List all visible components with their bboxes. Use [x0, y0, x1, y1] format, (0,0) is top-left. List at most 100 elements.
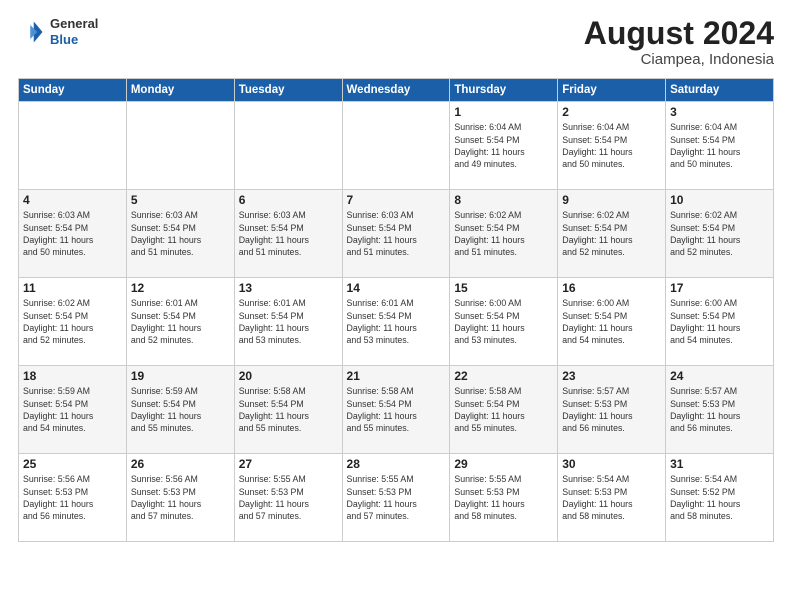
day-info-text: Sunrise: 5:59 AM Sunset: 5:54 PM Dayligh… [131, 385, 230, 434]
day-number: 25 [23, 457, 122, 471]
day-info-text: Sunrise: 5:58 AM Sunset: 5:54 PM Dayligh… [454, 385, 553, 434]
day-info-text: Sunrise: 5:59 AM Sunset: 5:54 PM Dayligh… [23, 385, 122, 434]
day-info-text: Sunrise: 6:02 AM Sunset: 5:54 PM Dayligh… [454, 209, 553, 258]
day-cell-5-2: 26 Sunrise: 5:56 AM Sunset: 5:53 PM Dayli… [126, 454, 234, 542]
header-wednesday: Wednesday [342, 79, 450, 102]
logo-blue-text: Blue [50, 32, 78, 47]
page: General Blue August 2024 Ciampea, Indone… [0, 0, 792, 612]
day-cell-3-5: 15 Sunrise: 6:00 AM Sunset: 5:54 PM Dayli… [450, 278, 558, 366]
logo-general-text: General [50, 16, 98, 31]
day-number: 28 [347, 457, 446, 471]
day-cell-1-3 [234, 102, 342, 190]
week-row-5: 25 Sunrise: 5:56 AM Sunset: 5:53 PM Dayli… [19, 454, 774, 542]
day-cell-2-3: 6 Sunrise: 6:03 AM Sunset: 5:54 PM Daylig… [234, 190, 342, 278]
day-number: 22 [454, 369, 553, 383]
day-number: 16 [562, 281, 661, 295]
day-cell-3-6: 16 Sunrise: 6:00 AM Sunset: 5:54 PM Dayli… [558, 278, 666, 366]
header-sunday: Sunday [19, 79, 127, 102]
day-number: 18 [23, 369, 122, 383]
day-cell-3-4: 14 Sunrise: 6:01 AM Sunset: 5:54 PM Dayli… [342, 278, 450, 366]
day-info-text: Sunrise: 5:57 AM Sunset: 5:53 PM Dayligh… [562, 385, 661, 434]
day-info-text: Sunrise: 6:01 AM Sunset: 5:54 PM Dayligh… [347, 297, 446, 346]
day-cell-4-3: 20 Sunrise: 5:58 AM Sunset: 5:54 PM Dayli… [234, 366, 342, 454]
day-cell-5-5: 29Sunrise: 5:55 AM Sunset: 5:53 PM Dayli… [450, 454, 558, 542]
day-number: 19 [131, 369, 230, 383]
day-cell-2-5: 8 Sunrise: 6:02 AM Sunset: 5:54 PM Daylig… [450, 190, 558, 278]
day-number: 9 [562, 193, 661, 207]
header: General Blue August 2024 Ciampea, Indone… [18, 16, 774, 68]
day-cell-4-6: 23 Sunrise: 5:57 AM Sunset: 5:53 PM Dayli… [558, 366, 666, 454]
day-number: 14 [347, 281, 446, 295]
day-cell-2-6: 9 Sunrise: 6:02 AM Sunset: 5:54 PM Daylig… [558, 190, 666, 278]
day-info-text: Sunrise: 6:01 AM Sunset: 5:54 PM Dayligh… [131, 297, 230, 346]
day-number: 15 [454, 281, 553, 295]
day-info-text: Sunrise: 6:00 AM Sunset: 5:54 PM Dayligh… [562, 297, 661, 346]
day-cell-5-4: 28 Sunrise: 5:55 AM Sunset: 5:53 PM Dayli… [342, 454, 450, 542]
calendar-header: Sunday Monday Tuesday Wednesday Thursday… [19, 79, 774, 102]
calendar-table: Sunday Monday Tuesday Wednesday Thursday… [18, 78, 774, 542]
day-cell-1-1 [19, 102, 127, 190]
day-number: 5 [131, 193, 230, 207]
day-cell-1-4 [342, 102, 450, 190]
day-cell-4-5: 22 Sunrise: 5:58 AM Sunset: 5:54 PM Dayli… [450, 366, 558, 454]
logo-icon [18, 18, 46, 46]
day-info-text: Sunrise: 6:00 AM Sunset: 5:54 PM Dayligh… [670, 297, 769, 346]
day-number: 6 [239, 193, 338, 207]
day-info-text: Sunrise: 6:02 AM Sunset: 5:54 PM Dayligh… [562, 209, 661, 258]
day-info-text: Sunrise: 6:04 AM Sunset: 5:54 PM Dayligh… [454, 121, 553, 170]
week-row-2: 4Sunrise: 6:03 AM Sunset: 5:54 PM Daylig… [19, 190, 774, 278]
day-cell-1-5: 1 Sunrise: 6:04 AM Sunset: 5:54 PM Daylig… [450, 102, 558, 190]
day-info-text: Sunrise: 5:55 AM Sunset: 5:53 PM Dayligh… [239, 473, 338, 522]
logo-text: General Blue [50, 16, 98, 47]
day-info-text: Sunrise: 5:55 AM Sunset: 5:53 PM Dayligh… [347, 473, 446, 522]
day-cell-4-1: 18 Sunrise: 5:59 AM Sunset: 5:54 PM Dayli… [19, 366, 127, 454]
logo: General Blue [18, 16, 98, 47]
header-friday: Friday [558, 79, 666, 102]
day-info-text: Sunrise: 5:56 AM Sunset: 5:53 PM Dayligh… [131, 473, 230, 522]
day-cell-2-7: 10 Sunrise: 6:02 AM Sunset: 5:54 PM Dayli… [666, 190, 774, 278]
day-info-text: Sunrise: 5:58 AM Sunset: 5:54 PM Dayligh… [239, 385, 338, 434]
day-info-text: Sunrise: 6:03 AM Sunset: 5:54 PM Dayligh… [239, 209, 338, 258]
day-number: 1 [454, 105, 553, 119]
title-block: August 2024 Ciampea, Indonesia [584, 16, 774, 68]
day-info-text: Sunrise: 6:03 AM Sunset: 5:54 PM Dayligh… [23, 209, 122, 258]
day-number: 11 [23, 281, 122, 295]
day-cell-4-7: 24 Sunrise: 5:57 AM Sunset: 5:53 PM Dayli… [666, 366, 774, 454]
week-row-1: 1 Sunrise: 6:04 AM Sunset: 5:54 PM Daylig… [19, 102, 774, 190]
day-info-text: Sunrise: 6:03 AM Sunset: 5:54 PM Dayligh… [131, 209, 230, 258]
day-number: 27 [239, 457, 338, 471]
day-cell-2-4: 7Sunrise: 6:03 AM Sunset: 5:54 PM Daylig… [342, 190, 450, 278]
day-info-text: Sunrise: 5:57 AM Sunset: 5:53 PM Dayligh… [670, 385, 769, 434]
day-cell-3-7: 17Sunrise: 6:00 AM Sunset: 5:54 PM Dayli… [666, 278, 774, 366]
day-cell-4-4: 21 Sunrise: 5:58 AM Sunset: 5:54 PM Dayli… [342, 366, 450, 454]
day-cell-1-2 [126, 102, 234, 190]
day-cell-4-2: 19 Sunrise: 5:59 AM Sunset: 5:54 PM Dayli… [126, 366, 234, 454]
day-number: 7 [347, 193, 446, 207]
day-info-text: Sunrise: 5:58 AM Sunset: 5:54 PM Dayligh… [347, 385, 446, 434]
day-number: 20 [239, 369, 338, 383]
day-info-text: Sunrise: 5:56 AM Sunset: 5:53 PM Dayligh… [23, 473, 122, 522]
day-info-text: Sunrise: 5:54 AM Sunset: 5:52 PM Dayligh… [670, 473, 769, 522]
day-info-text: Sunrise: 6:01 AM Sunset: 5:54 PM Dayligh… [239, 297, 338, 346]
day-number: 26 [131, 457, 230, 471]
day-info-text: Sunrise: 6:02 AM Sunset: 5:54 PM Dayligh… [23, 297, 122, 346]
week-row-3: 11 Sunrise: 6:02 AM Sunset: 5:54 PM Dayli… [19, 278, 774, 366]
header-monday: Monday [126, 79, 234, 102]
day-info-text: Sunrise: 6:02 AM Sunset: 5:54 PM Dayligh… [670, 209, 769, 258]
day-info-text: Sunrise: 6:00 AM Sunset: 5:54 PM Dayligh… [454, 297, 553, 346]
day-number: 8 [454, 193, 553, 207]
location-text: Ciampea, Indonesia [584, 51, 774, 68]
weekday-row: Sunday Monday Tuesday Wednesday Thursday… [19, 79, 774, 102]
day-number: 24 [670, 369, 769, 383]
day-cell-3-2: 12 Sunrise: 6:01 AM Sunset: 5:54 PM Dayli… [126, 278, 234, 366]
calendar-body: 1 Sunrise: 6:04 AM Sunset: 5:54 PM Daylig… [19, 102, 774, 542]
day-cell-1-6: 2Sunrise: 6:04 AM Sunset: 5:54 PM Daylig… [558, 102, 666, 190]
day-number: 21 [347, 369, 446, 383]
day-number: 23 [562, 369, 661, 383]
day-number: 31 [670, 457, 769, 471]
day-number: 10 [670, 193, 769, 207]
day-cell-1-7: 3Sunrise: 6:04 AM Sunset: 5:54 PM Daylig… [666, 102, 774, 190]
day-cell-3-3: 13Sunrise: 6:01 AM Sunset: 5:54 PM Dayli… [234, 278, 342, 366]
header-saturday: Saturday [666, 79, 774, 102]
day-number: 12 [131, 281, 230, 295]
